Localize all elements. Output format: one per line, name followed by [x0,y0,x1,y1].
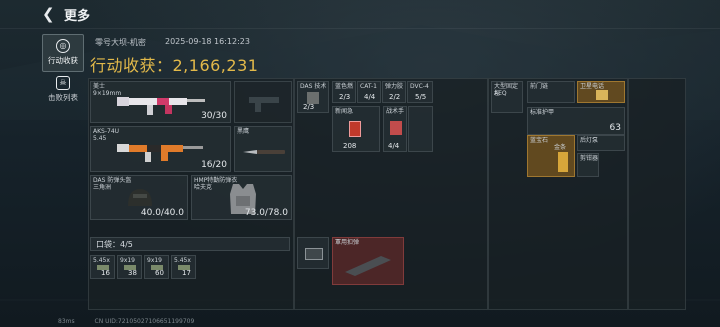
armor-slot[interactable]: HMP特勤防弹衣 哈夫克 73.0/78.0 [191,175,292,220]
weapon-caliber: 5.45 [93,135,107,142]
item-name: 軍用扣弹 [335,239,360,246]
rig-bandage-slot[interactable]: 战术手 4/4 [383,106,407,152]
item-name: DAS 技术 [300,83,327,90]
item-name: 标准护甲 [530,109,555,116]
target-icon: ◎ [56,39,70,53]
weapon-part-icon [345,256,391,276]
gold-bar-slot[interactable]: 蓝宝石 金条 [527,135,575,177]
ammo-count: 17 [182,269,191,277]
pocket-ammo-slot[interactable]: 5.45x 16 [90,255,115,279]
item-count: 2/3 [303,103,315,111]
raid-datetime: 2025-09-18 16:12:23 [165,37,250,46]
medkit-icon [349,121,361,137]
case-icon [305,248,323,260]
item-name: 前门链 [530,83,549,90]
item-name: 新闻急 [335,108,354,115]
armor-durability: 73.0/78.0 [244,208,288,218]
melee-slot[interactable]: 黑鹰 [234,126,292,172]
header-divider [0,28,720,29]
ammo-name: 5.45x [93,257,110,264]
melee-name: 黑鹰 [237,128,250,135]
item-count: 2/2 [389,93,401,101]
secondary-weapon-slot[interactable]: AKS-74U 5.45 16/20 [90,126,231,172]
rig-empty-slot[interactable] [408,106,433,152]
rig-item-slot[interactable]: DAS 技术 2/3 [297,81,329,113]
pocket-ammo-slot[interactable]: 9x19 38 [117,255,142,279]
rifle-icon [117,97,205,115]
item-name: 后灯泵 [580,137,599,144]
item-count: 2/3 [339,93,351,101]
status-footer: 83ms CN UID:72105027106651199709 [0,318,720,327]
primary-weapon-slot[interactable]: 美士 9×19mm 30/30 [90,81,231,123]
tab-loot-label: 行动收获 [48,56,78,65]
ammo-count: 16 [101,269,110,277]
weapon-name: AKS-74U [93,128,120,135]
rig-item-slot[interactable]: CAT-1 4/4 [357,81,381,103]
rig-item-slot[interactable]: DVC-4 5/5 [407,81,433,103]
item-name: 弹力胶 [385,83,404,90]
page-title: 更多 [64,9,91,24]
rig-item-slot[interactable]: 弹力胶 2/2 [382,81,406,103]
pistol-slot[interactable] [234,81,292,123]
item-sub: 金条 [554,144,567,151]
ammo-name: 5.45x [174,257,191,264]
backpack-slot[interactable]: 前门链 [527,81,575,103]
ping-value: 83ms [58,318,75,325]
helmet-durability: 40.0/40.0 [140,208,184,218]
pocket-ammo-slot[interactable]: 5.45x 17 [171,255,196,279]
item-name: 剪钳器 [580,155,599,162]
side-panel [628,78,686,310]
item-name: 战术手 [386,108,405,115]
pocket-ammo-slot[interactable]: 9x19 60 [144,255,169,279]
knife-icon [243,150,285,154]
item-name: DVC-4 [410,83,429,90]
backpack-slot[interactable]: 剪钳器 [577,153,599,177]
ammo-name: 9x19 [147,257,163,264]
item-name: 卫星电话 [580,83,605,90]
helmet-slot[interactable]: DAS 防弹头盔 三角洲 40.0/40.0 [90,175,188,220]
item-sub: AEQ [494,90,507,97]
item-name: 蓝色燃 [335,83,354,90]
backpack-armor-slot[interactable]: 标准护甲 63 [527,107,625,135]
item-count: 5/5 [415,93,427,101]
satellite-phone-slot[interactable]: 卫星电话 [577,81,625,103]
item-name: 蓝宝石 [530,137,549,144]
rifle-icon [117,144,203,162]
raid-profit: 行动收获：2,166,231 [90,56,259,75]
ammo-count: 60 [155,269,164,277]
tab-kill-list[interactable]: ☠ 击败列表 [42,72,84,102]
ammo-count: 38 [128,269,137,277]
item-count: 4/4 [364,93,376,101]
rig-medkit-slot[interactable]: 新闻急 208 [332,106,380,152]
weapon-name: 美士 [93,83,106,90]
item-count: 4/4 [388,142,400,150]
phone-icon [596,90,608,100]
tab-kill-list-label: 击败列表 [48,93,78,102]
backpack-slot[interactable]: 大型固定包 AEQ [491,81,523,113]
back-chevron-icon[interactable]: ❮ [42,6,58,22]
gold-bar-icon [558,152,568,172]
secure-item-slot[interactable]: 軍用扣弹 [332,237,404,285]
item-count: 63 [609,123,621,133]
item-count: 208 [343,142,357,150]
weapon-ammo: 30/30 [201,111,227,121]
skull-icon: ☠ [56,76,70,90]
secure-case-slot[interactable] [297,237,329,269]
helmet-brand: 三角洲 [93,184,112,191]
map-name: 零号大坝-机密 [95,38,146,47]
pocket-header: 口袋：4/5 [90,237,290,251]
tab-loot[interactable]: ◎ 行动收获 [42,34,84,72]
ammo-name: 9x19 [120,257,136,264]
uid-label: CN UID:72105027106651199709 [94,318,195,325]
pistol-silhouette-icon [249,97,279,112]
weapon-ammo: 16/20 [201,160,227,170]
armor-brand: 哈夫克 [194,184,213,191]
bandage-icon [390,121,402,135]
helmet-name: DAS 防弹头盔 [93,177,132,184]
item-name: CAT-1 [360,83,377,90]
backpack-slot[interactable]: 后灯泵 [577,135,625,151]
rig-item-slot[interactable]: 蓝色燃 2/3 [332,81,356,103]
